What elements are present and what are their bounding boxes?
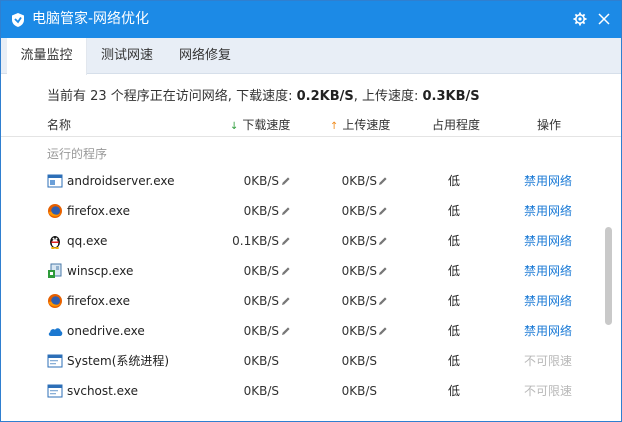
usage-level: 低 bbox=[448, 384, 461, 398]
upload-speed: 0KB/S bbox=[341, 264, 377, 278]
edit-upload-limit-pencil-icon[interactable] bbox=[378, 295, 388, 305]
upload-speed: 0KB/S bbox=[341, 324, 377, 338]
column-operation: 操作 bbox=[537, 118, 562, 132]
upload-speed: 0KB/S bbox=[341, 174, 377, 188]
table-row: androidserver.exe 0KB/S 0KB/S 低 禁用网络 bbox=[1, 166, 601, 196]
edit-upload-limit-pencil-icon[interactable] bbox=[378, 265, 388, 275]
edit-upload-limit-pencil-icon[interactable] bbox=[378, 205, 388, 215]
group-label-running: 运行的程序 bbox=[47, 147, 108, 161]
window-title: 电脑管家-网络优化 bbox=[32, 11, 150, 27]
table-row: firefox.exe 0KB/S 0KB/S 低 禁用网络 bbox=[1, 196, 601, 226]
upload-speed: 0KB/S bbox=[341, 234, 377, 248]
usage-level: 低 bbox=[448, 294, 461, 308]
close-icon[interactable] bbox=[595, 10, 613, 28]
download-speed: 0KB/S bbox=[243, 354, 279, 368]
download-speed: 0KB/S bbox=[243, 174, 279, 188]
column-download[interactable]: ↓ 下载速度 bbox=[230, 117, 290, 135]
download-speed: 0KB/S bbox=[243, 384, 279, 398]
process-name: onedrive.exe bbox=[67, 324, 145, 338]
disable-network-link[interactable]: 禁用网络 bbox=[524, 203, 572, 219]
summary-mid: , 上传速度: bbox=[353, 89, 423, 104]
column-upload-label: 上传速度 bbox=[342, 118, 391, 132]
winscp-icon bbox=[47, 263, 63, 279]
usage-level: 低 bbox=[448, 354, 461, 368]
usage-level: 低 bbox=[448, 264, 461, 278]
process-list: androidserver.exe 0KB/S 0KB/S 低禁用网络 firefox.… bbox=[1, 166, 601, 416]
upload-speed: 0KB/S bbox=[341, 384, 377, 398]
usage-level: 低 bbox=[448, 204, 461, 218]
disable-network-link[interactable]: 禁用网络 bbox=[524, 323, 572, 339]
pc-manager-shield-icon bbox=[10, 12, 26, 28]
tab-bar: 流量监控 测试网速 网络修复 bbox=[1, 38, 621, 75]
edit-download-limit-pencil-icon[interactable] bbox=[281, 325, 291, 335]
table-row: qq.exe 0.1KB/S 0KB/S 低 禁用网络 bbox=[1, 226, 601, 256]
firefox-icon bbox=[47, 293, 63, 309]
edit-upload-limit-pencil-icon[interactable] bbox=[378, 235, 388, 245]
system-window-icon bbox=[47, 353, 63, 369]
firefox-icon bbox=[47, 203, 63, 219]
scrollbar-thumb[interactable] bbox=[605, 227, 612, 325]
upload-arrow-icon: ↑ bbox=[330, 121, 339, 132]
no-limit-label: 不可限速 bbox=[524, 384, 573, 398]
download-arrow-icon: ↓ bbox=[230, 121, 239, 132]
disable-network-link[interactable]: 禁用网络 bbox=[524, 233, 572, 249]
table-header: 名称 ↓ 下载速度 ↑ 上传速度 占用程度 操作 bbox=[1, 113, 621, 137]
tab-traffic-monitor[interactable]: 流量监控 bbox=[7, 38, 87, 75]
column-name[interactable]: 名称 bbox=[47, 117, 71, 133]
disable-network-link[interactable]: 禁用网络 bbox=[524, 293, 572, 309]
title-bar: 电脑管家-网络优化 bbox=[1, 1, 621, 38]
process-name: svchost.exe bbox=[67, 384, 138, 398]
table-row: firefox.exe 0KB/S 0KB/S 低 禁用网络 bbox=[1, 286, 601, 316]
system-window-icon bbox=[47, 383, 63, 399]
summary-prefix: 当前有 23 个程序正在访问网络, 下载速度: bbox=[47, 89, 297, 104]
usage-level: 低 bbox=[448, 324, 461, 338]
traffic-summary: 当前有 23 个程序正在访问网络, 下载速度: 0.2KB/S, 上传速度: 0… bbox=[47, 88, 480, 106]
column-download-label: 下载速度 bbox=[242, 118, 291, 132]
summary-download-speed: 0.2KB/S bbox=[296, 89, 354, 104]
table-row: onedrive.exe 0KB/S 0KB/S 低 禁用网络 bbox=[1, 316, 601, 346]
download-speed: 0KB/S bbox=[243, 294, 279, 308]
process-name: winscp.exe bbox=[67, 264, 134, 278]
edit-upload-limit-pencil-icon[interactable] bbox=[378, 325, 388, 335]
table-row: System(系统进程) 0KB/S 0KB/S 低 不可限速 bbox=[1, 346, 601, 376]
process-name: qq.exe bbox=[67, 234, 108, 248]
process-name: System(系统进程) bbox=[67, 354, 170, 368]
usage-level: 低 bbox=[448, 174, 461, 188]
tab-speed-test[interactable]: 测试网速 bbox=[91, 38, 163, 74]
process-name: firefox.exe bbox=[67, 204, 131, 218]
process-name: androidserver.exe bbox=[67, 174, 175, 188]
table-row: svchost.exe 0KB/S 0KB/S 低 不可限速 bbox=[1, 376, 601, 406]
column-upload[interactable]: ↑ 上传速度 bbox=[330, 117, 390, 135]
no-limit-label: 不可限速 bbox=[524, 354, 573, 368]
upload-speed: 0KB/S bbox=[341, 294, 377, 308]
onedrive-cloud-icon bbox=[47, 323, 63, 339]
qq-penguin-icon bbox=[47, 233, 63, 249]
column-usage[interactable]: 占用程度 bbox=[432, 117, 480, 133]
edit-upload-limit-pencil-icon[interactable] bbox=[378, 175, 388, 185]
process-name: firefox.exe bbox=[67, 294, 131, 308]
disable-network-link[interactable]: 禁用网络 bbox=[524, 263, 572, 279]
edit-download-limit-pencil-icon[interactable] bbox=[281, 205, 291, 215]
edit-download-limit-pencil-icon[interactable] bbox=[281, 265, 291, 275]
usage-level: 低 bbox=[448, 234, 461, 248]
edit-download-limit-pencil-icon[interactable] bbox=[281, 175, 291, 185]
tab-network-repair[interactable]: 网络修复 bbox=[169, 38, 241, 74]
edit-download-limit-pencil-icon[interactable] bbox=[281, 235, 291, 245]
androidserver-icon bbox=[47, 173, 63, 189]
settings-gear-icon[interactable] bbox=[571, 10, 589, 28]
upload-speed: 0KB/S bbox=[341, 354, 377, 368]
download-speed: 0KB/S bbox=[243, 324, 279, 338]
table-row: winscp.exe 0KB/S 0KB/S 低 禁用网络 bbox=[1, 256, 601, 286]
edit-download-limit-pencil-icon[interactable] bbox=[281, 295, 291, 305]
download-speed: 0KB/S bbox=[243, 264, 279, 278]
upload-speed: 0KB/S bbox=[341, 204, 377, 218]
download-speed: 0KB/S bbox=[243, 204, 279, 218]
summary-upload-speed: 0.3KB/S bbox=[422, 89, 480, 104]
network-optimizer-window: 电脑管家-网络优化 流量监控 测试网速 网络修复 当前有 23 个程序正在访问网… bbox=[0, 0, 622, 422]
download-speed: 0.1KB/S bbox=[232, 234, 279, 248]
disable-network-link[interactable]: 禁用网络 bbox=[524, 173, 572, 189]
